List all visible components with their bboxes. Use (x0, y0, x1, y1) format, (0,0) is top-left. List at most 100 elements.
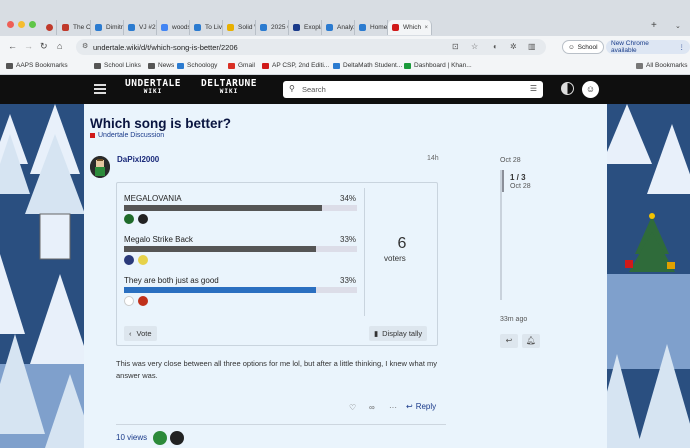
close-window-dot[interactable] (7, 21, 14, 28)
browser-tab[interactable]: Exoplan (289, 20, 322, 35)
bookmark-item[interactable]: Schoology (177, 62, 217, 69)
bookmark-item[interactable]: Gmail (228, 62, 255, 69)
browser-tab[interactable]: Analyz (322, 20, 355, 35)
undertale-wiki-logo[interactable]: UNDERTALE WIKI (125, 79, 181, 96)
browser-tab[interactable]: Which × (388, 20, 432, 35)
christmas-tree-illustration (607, 104, 690, 448)
tab-favicon-icon (62, 24, 69, 31)
bookmark-item[interactable]: AP CSP, 2nd Editi... (262, 62, 329, 69)
tab-title: Which (403, 24, 422, 31)
tab-favicon-icon (326, 24, 333, 31)
search-filter-icon[interactable]: ☰ (530, 84, 537, 93)
tab-pinned[interactable] (42, 20, 57, 35)
bookmarks-bar: AAPS Bookmarks School Links News Schoology G… (0, 58, 690, 75)
reload-icon[interactable]: ↻ (40, 41, 48, 52)
voter-avatar[interactable] (124, 255, 134, 265)
browser-tab[interactable]: 2025 C (256, 20, 289, 35)
bookmark-star-icon[interactable]: ☆ (471, 42, 478, 51)
bookmark-icon (228, 62, 235, 69)
poll-option-percent: 33% (340, 276, 357, 285)
extension-icon[interactable]: ◐ (493, 42, 498, 51)
browser-tab[interactable]: Home | (355, 20, 388, 35)
browser-tab-strip: The Or Dimitri VJ #2 - woods To Livi Solid W 2… (0, 0, 690, 36)
tab-title: woods (172, 24, 190, 31)
tab-title: The Or (73, 24, 91, 31)
voter-avatar[interactable] (124, 296, 134, 306)
poll-divider (364, 188, 365, 316)
back-arrow-icon[interactable]: ← (8, 41, 17, 51)
reply-button[interactable]: ↩ Reply (406, 402, 436, 411)
bell-icon: 🔔︎ (525, 336, 537, 345)
poll-option-label[interactable]: MEGALOVANIA (124, 194, 182, 203)
chrome-update-button[interactable]: New Chrome available ⋮ (606, 40, 690, 54)
bookmark-item[interactable]: School Links (94, 62, 141, 69)
timeline-handle[interactable] (502, 170, 504, 192)
home-icon[interactable]: ⌂ (57, 41, 62, 51)
tab-title: Solid W (238, 24, 255, 31)
pinned-tab-icon (46, 24, 53, 31)
new-tab-button[interactable]: + (651, 20, 657, 31)
more-options-icon[interactable]: ··· (389, 403, 397, 412)
browser-tab[interactable]: woods (157, 20, 190, 35)
forward-arrow-icon[interactable]: → (24, 41, 33, 51)
translate-icon[interactable]: ⊡ (452, 42, 459, 51)
search-box[interactable]: ⚲ Search ☰ (283, 81, 543, 98)
tab-favicon-icon (161, 24, 168, 31)
bookmark-item[interactable]: Dashboard | Khan... (404, 62, 472, 69)
timeline-back-button[interactable]: ↩ (500, 334, 518, 348)
maximize-window-dot[interactable] (29, 21, 36, 28)
browser-tab[interactable]: To Livi (190, 20, 223, 35)
display-tally-button[interactable]: ▮ Display tally (369, 326, 428, 341)
poster-avatar[interactable] (90, 156, 110, 178)
post-body: This was very close between all three op… (116, 359, 437, 380)
background-snow-scene-right (607, 104, 690, 448)
profile-button[interactable]: ☺ School (562, 40, 604, 54)
tab-search-chevron-icon[interactable]: ⌄ (675, 22, 681, 30)
voter-avatar[interactable] (138, 296, 148, 306)
participant-avatar[interactable] (170, 431, 184, 445)
user-avatar[interactable]: ☺ (582, 81, 599, 98)
more-menu-icon: ⋮ (678, 44, 686, 51)
deltarune-wiki-logo[interactable]: DELTARUNE WIKI (201, 79, 257, 96)
theme-toggle-icon[interactable] (561, 82, 574, 95)
snowy-trees-illustration (0, 104, 84, 448)
poll-option-label[interactable]: They are both just as good (124, 276, 219, 285)
category-badge[interactable]: Undertale Discussion (90, 132, 164, 139)
post-age[interactable]: 14h (427, 155, 439, 162)
timeline-start-date[interactable]: Oct 28 (500, 157, 521, 164)
extension-puzzle-icon[interactable]: ✲ (510, 42, 517, 51)
timeline-end-label[interactable]: 33m ago (500, 316, 527, 323)
browser-tab[interactable]: Dimitri (91, 20, 124, 35)
bookmark-item[interactable]: News (148, 62, 174, 69)
all-bookmarks-folder[interactable]: All Bookmarks (636, 62, 688, 69)
bookmark-icon (148, 62, 155, 69)
tab-favicon-icon (260, 24, 267, 31)
voter-avatar[interactable] (138, 214, 148, 224)
hamburger-menu-icon[interactable] (94, 84, 106, 97)
background-snow-scene-left (0, 104, 84, 448)
bookmark-label: Schoology (187, 62, 218, 69)
profile-avatar-icon: ☺ (568, 43, 575, 51)
close-tab-icon[interactable]: × (424, 25, 428, 31)
browser-tab[interactable]: Solid W (223, 20, 256, 35)
poster-username[interactable]: DaPixl2000 (117, 155, 159, 164)
topic-title: Which song is better? (90, 116, 232, 131)
voter-avatar[interactable] (124, 214, 134, 224)
minimize-window-dot[interactable] (18, 21, 25, 28)
vote-button[interactable]: ‹ Vote (124, 326, 157, 341)
bookmark-item[interactable]: AAPS Bookmarks (6, 62, 68, 69)
copy-link-icon[interactable]: ∞ (369, 403, 375, 412)
notification-bell-button[interactable]: 🔔︎ (522, 334, 540, 348)
participant-avatar[interactable] (153, 431, 167, 445)
voter-avatar[interactable] (138, 255, 148, 265)
tab-title: Home | (370, 24, 388, 31)
side-panel-icon[interactable]: ▥ (528, 42, 536, 51)
site-info-icon[interactable]: ⚙ (82, 42, 88, 50)
bookmark-item[interactable]: DeltaMath Student... (333, 62, 402, 69)
poll-option-label[interactable]: Megalo Strike Back (124, 235, 193, 244)
tab-title: To Livi (205, 24, 223, 31)
like-heart-icon[interactable]: ♡ (349, 403, 356, 412)
bookmark-icon (94, 62, 101, 69)
browser-tab[interactable]: VJ #2 - (124, 20, 157, 35)
browser-tab[interactable]: The Or (58, 20, 91, 35)
